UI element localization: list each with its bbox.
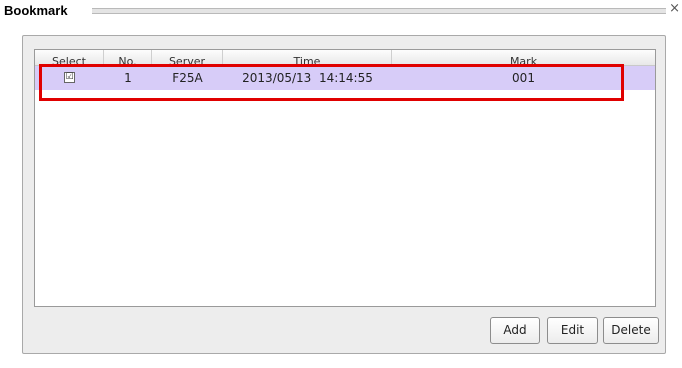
row-number: 1 xyxy=(124,71,132,85)
close-icon[interactable]: × xyxy=(669,1,680,16)
column-header-select[interactable]: Select xyxy=(35,50,104,65)
title-bar: Bookmark × xyxy=(0,0,682,22)
row-select-cell: ☑ xyxy=(35,66,104,90)
table-row[interactable]: ☑ 1 F25A 2013/05/13 14:14:55 001 xyxy=(35,66,655,90)
row-mark: 001 xyxy=(512,71,535,85)
title-divider xyxy=(92,8,666,14)
column-header-mark[interactable]: Mark xyxy=(392,50,655,65)
delete-button[interactable]: Delete xyxy=(603,317,659,344)
column-header-time[interactable]: Time xyxy=(223,50,392,65)
row-checkbox[interactable]: ☑ xyxy=(64,72,75,83)
bookmark-table: Select No. Server Time Mark ☑ 1 F25A 201… xyxy=(34,49,656,307)
row-time: 2013/05/13 14:14:55 xyxy=(242,71,373,85)
window-title: Bookmark xyxy=(4,3,68,18)
add-button[interactable]: Add xyxy=(490,317,540,344)
edit-button[interactable]: Edit xyxy=(547,317,598,344)
row-server: F25A xyxy=(172,71,203,85)
column-header-server[interactable]: Server xyxy=(152,50,223,65)
table-header: Select No. Server Time Mark xyxy=(35,50,655,66)
column-header-no[interactable]: No. xyxy=(104,50,152,65)
